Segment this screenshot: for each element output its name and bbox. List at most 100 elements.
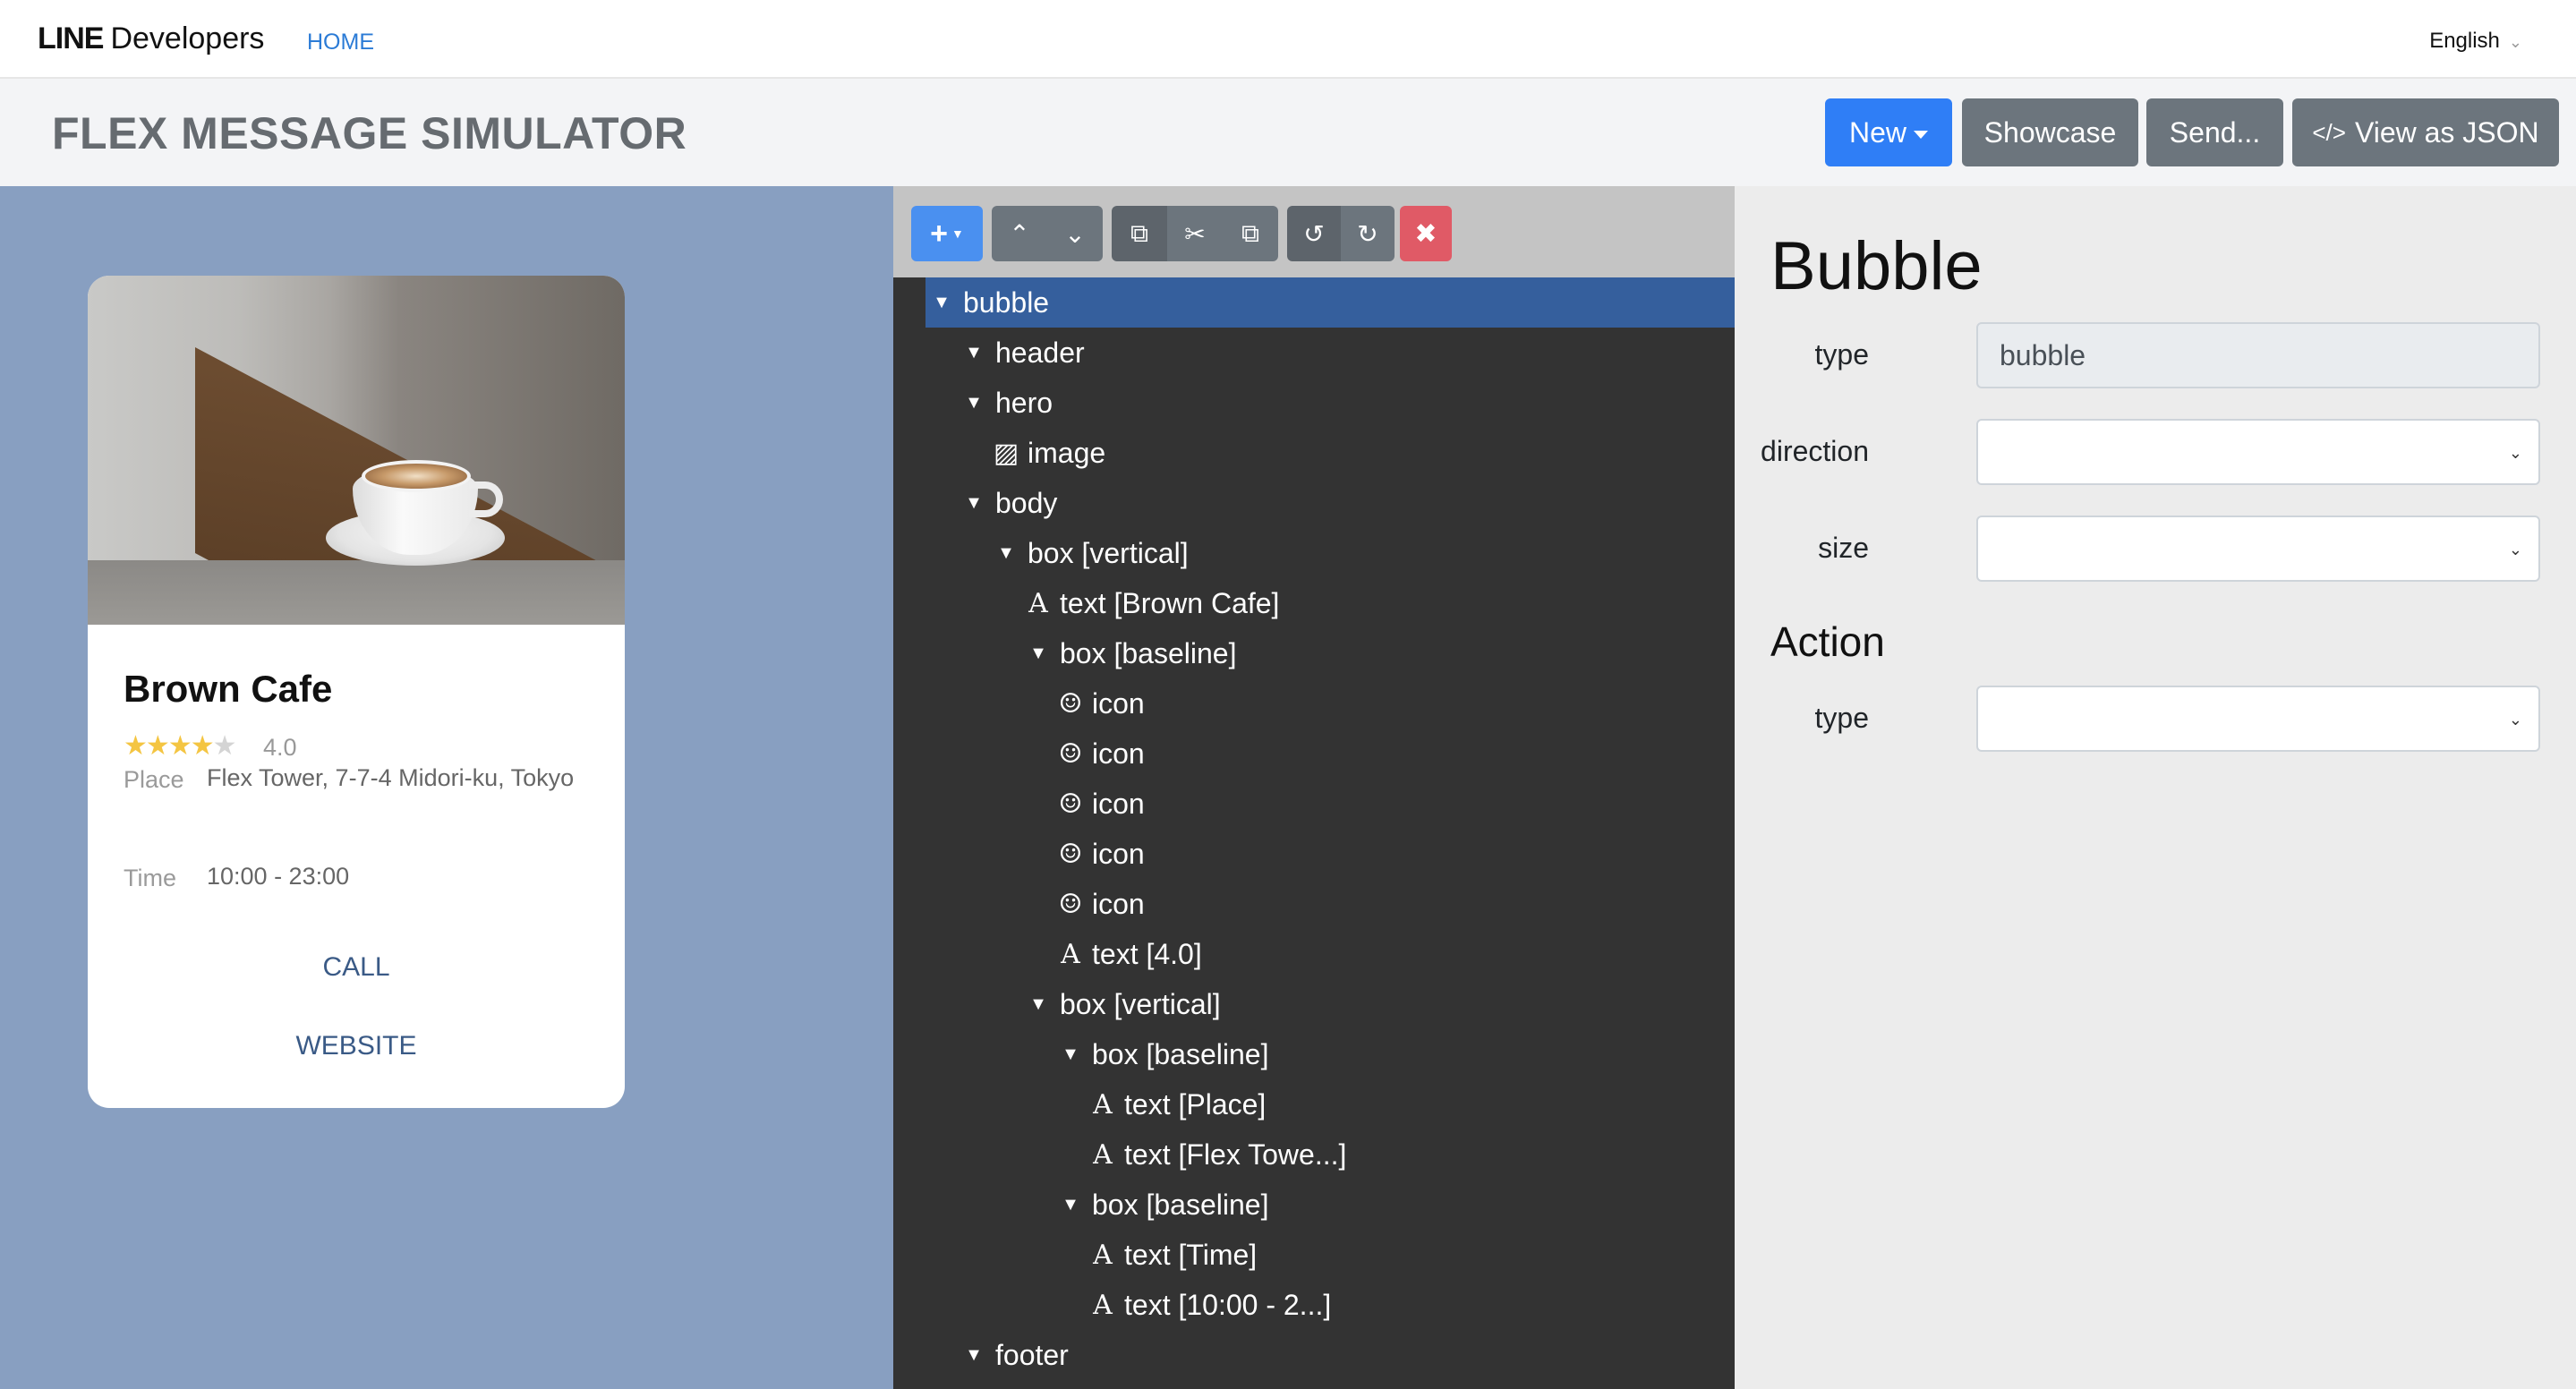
tree-node[interactable]: Atext [Place] (925, 1079, 1735, 1129)
caret-down-icon[interactable]: ▼ (958, 343, 990, 363)
language-label: English (2429, 29, 2500, 53)
action-type-select[interactable]: ⌄ (1976, 686, 2540, 752)
move-down-icon: ⌄ (1064, 219, 1086, 248)
tree-node[interactable]: ☺ icon (925, 829, 1735, 879)
hero-coffee-shape (362, 460, 471, 492)
rating-stars: ★★★★★ (124, 730, 237, 762)
text-type-icon: A (1093, 1138, 1113, 1171)
delete-button[interactable]: ✖ (1400, 206, 1452, 261)
move-down-button[interactable]: ⌄ (1047, 206, 1103, 261)
nav-home-link[interactable]: HOME (307, 30, 374, 55)
delete-icon: ✖ (1414, 218, 1437, 249)
caret-down-icon[interactable]: ▼ (1022, 643, 1054, 664)
size-label: size (1818, 532, 1869, 564)
tree-node[interactable]: ☺ icon (925, 678, 1735, 729)
simulator-header: FLEX MESSAGE SIMULATOR New Showcase Send… (0, 79, 2576, 186)
caret-down-icon[interactable]: ▼ (958, 1345, 990, 1366)
star-empty-icon: ★ (212, 731, 237, 761)
size-select[interactable]: ⌄ (1976, 516, 2540, 582)
tree-node-label: footer (995, 1338, 1069, 1371)
new-button[interactable]: New (1825, 98, 1952, 166)
image-icon: ▨ (993, 437, 1019, 469)
tree-node[interactable]: Atext [Time] (925, 1230, 1735, 1280)
tree-node[interactable]: ▼ box [baseline] (925, 1180, 1735, 1230)
tree-node-label: bubble (963, 285, 1050, 319)
cut-icon: ✂ (1184, 219, 1206, 248)
language-selector[interactable]: English ⌄ (2429, 29, 2522, 54)
view-as-json-label: View as JSON (2354, 115, 2539, 149)
view-as-json-button[interactable]: </> View as JSON (2292, 98, 2559, 166)
tree-node[interactable]: ☺ icon (925, 779, 1735, 829)
move-up-button[interactable]: ⌃ (992, 206, 1047, 261)
tree-node[interactable]: Atext [10:00 - 2...] (925, 1280, 1735, 1330)
direction-label: direction (1761, 435, 1869, 467)
star-filled-icon: ★ (167, 731, 192, 761)
caret-down-icon[interactable]: ▼ (990, 543, 1022, 564)
caret-down-icon[interactable]: ▼ (958, 493, 990, 514)
direction-select[interactable]: ⌄ (1976, 419, 2540, 485)
card-title: Brown Cafe (124, 668, 333, 710)
caret-down-icon[interactable]: ▼ (925, 293, 958, 313)
properties-title: Bubble (1770, 228, 1983, 304)
tree-node[interactable]: ▼ body (925, 478, 1735, 528)
tree-node[interactable]: ▼ box [vertical] (925, 528, 1735, 578)
tree-node-label: box [baseline] (1092, 1037, 1269, 1070)
tree-node-label: icon (1092, 737, 1145, 770)
tree-node-label: text [4.0] (1092, 937, 1202, 970)
caret-down-icon[interactable]: ▼ (1054, 1195, 1087, 1215)
rating-value: 4.0 (263, 734, 297, 761)
tree-node[interactable]: ▼ box [baseline] (925, 628, 1735, 678)
tree-node-label: box [vertical] (1060, 987, 1221, 1020)
undo-button[interactable]: ↺ (1287, 206, 1341, 261)
tree-toolbar: + ▼ ⌃ ⌄ ⧉ ✂ ⧉ ↺ ↻ ✖ (893, 186, 1735, 277)
place-value: Flex Tower, 7-7-4 Midori-ku, Tokyo (207, 764, 575, 791)
call-button[interactable]: CALL (88, 952, 625, 983)
tree-node-label: text [Flex Towe...] (1124, 1138, 1347, 1171)
line-developers-logo[interactable]: LINE Developers (38, 21, 264, 56)
text-type-icon: A (1093, 1289, 1113, 1321)
tree-node[interactable]: Atext [4.0] (925, 929, 1735, 979)
tree-node-label: text [Brown Cafe] (1060, 586, 1280, 619)
tree-node-label: box [baseline] (1092, 1188, 1269, 1221)
type-label: type (1814, 338, 1869, 371)
tree-node[interactable]: ▼ hero (925, 378, 1735, 428)
cut-button[interactable]: ✂ (1167, 206, 1223, 261)
text-type-icon: A (1093, 1239, 1113, 1271)
caret-down-icon[interactable]: ▼ (1022, 994, 1054, 1015)
tree-node[interactable]: ▼ footer (925, 1330, 1735, 1380)
tree-node[interactable]: ▨ image (925, 428, 1735, 478)
tree-node-label: hero (995, 386, 1053, 419)
website-button[interactable]: WEBSITE (88, 1031, 625, 1061)
showcase-button[interactable]: Showcase (1962, 98, 2138, 166)
tree-node[interactable]: ▼ box [baseline] (925, 1029, 1735, 1079)
type-field-value: bubble (2000, 338, 2086, 371)
move-up-icon: ⌃ (1009, 219, 1030, 248)
add-icon: + (930, 216, 948, 251)
chevron-down-icon: ⌄ (2508, 711, 2522, 729)
tree-node-label: text [Place] (1124, 1087, 1267, 1121)
new-button-label: New (1848, 115, 1906, 149)
redo-button[interactable]: ↻ (1341, 206, 1395, 261)
tree-node[interactable]: ▼ header (925, 328, 1735, 378)
tree-node[interactable]: Atext [Brown Cafe] (925, 578, 1735, 628)
bubble-preview-card[interactable]: Brown Cafe ★★★★★ 4.0 Place Flex Tower, 7… (88, 276, 625, 1108)
hero-shelf-edge (88, 560, 625, 625)
undo-icon: ↺ (1303, 219, 1325, 248)
copy-button[interactable]: ⧉ (1112, 206, 1167, 261)
add-button[interactable]: + ▼ (911, 206, 983, 261)
logo-developers: Developers (110, 21, 265, 55)
smiley-icon: ☺ (1058, 737, 1083, 770)
send-button[interactable]: Send... (2146, 98, 2283, 166)
caret-down-icon[interactable]: ▼ (1054, 1044, 1087, 1065)
hero-image (88, 276, 625, 625)
tree-node[interactable]: ▼ box [vertical] (925, 979, 1735, 1029)
tree-node-label: header (995, 336, 1085, 369)
tree-node[interactable]: Atext [Flex Towe...] (925, 1129, 1735, 1180)
component-tree-panel: + ▼ ⌃ ⌄ ⧉ ✂ ⧉ ↺ ↻ ✖ ▼ bubble ▼ header ▼ hero ▨ i… (893, 186, 1735, 1389)
tree-node[interactable]: ▼ bubble (925, 277, 1735, 328)
tree-node[interactable]: ☺ icon (925, 879, 1735, 929)
paste-button[interactable]: ⧉ (1223, 206, 1278, 261)
caret-down-icon[interactable]: ▼ (958, 393, 990, 413)
tree-node-label: icon (1092, 887, 1145, 920)
tree-node[interactable]: ☺ icon (925, 729, 1735, 779)
